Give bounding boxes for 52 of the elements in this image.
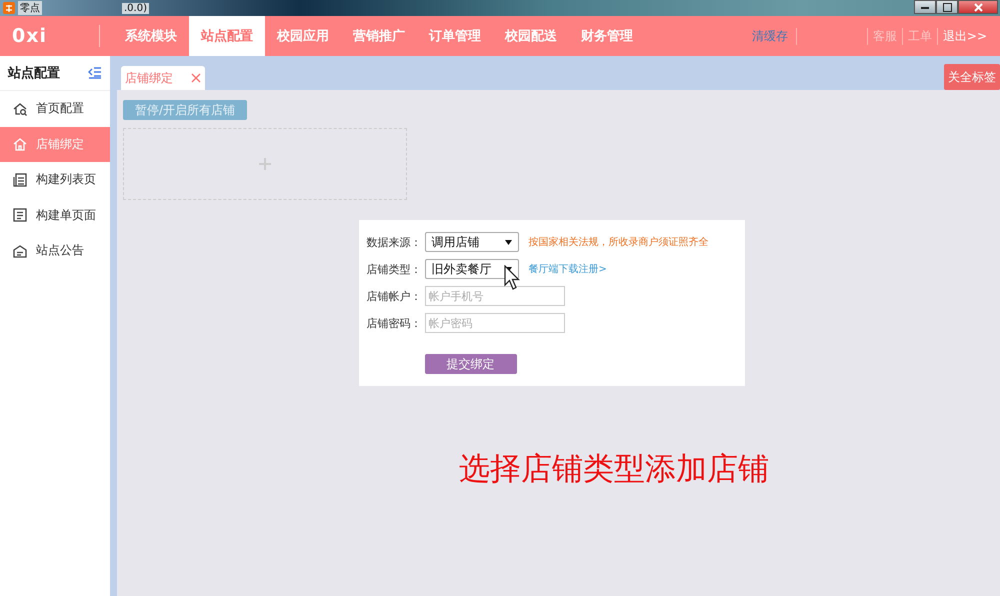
app-icon	[3, 2, 15, 14]
minimize-icon	[921, 6, 929, 8]
close-all-tabs-button[interactable]: 关全标签	[944, 64, 1000, 90]
sidebar-title: 站点配置	[8, 65, 60, 82]
field-label: 店铺密码：	[366, 316, 422, 330]
caret-icon	[504, 240, 512, 244]
window-title: 零点	[18, 1, 42, 15]
notice-text: 按国家相关法规，所收录商户须证照齐全	[528, 236, 708, 249]
maximize-icon	[942, 2, 952, 12]
close-icon	[974, 2, 982, 12]
page-icon	[12, 207, 28, 224]
header-link[interactable]: 退出>>	[936, 28, 992, 44]
cursor-icon	[504, 265, 520, 291]
header-link[interactable]: 客服	[866, 28, 902, 44]
close-button[interactable]	[958, 0, 998, 14]
header-link[interactable]: 工单	[902, 28, 937, 44]
page-tab[interactable]: 店铺绑定	[121, 66, 205, 90]
sidebar-item[interactable]: 构建单页面	[0, 198, 110, 233]
nav-tab[interactable]: 校园应用	[265, 16, 341, 56]
nav-tab[interactable]: 站点配置	[189, 16, 265, 56]
maximize-button[interactable]	[936, 0, 958, 14]
nav-tab[interactable]: 校园配送	[493, 16, 569, 56]
house-search-icon	[12, 100, 28, 117]
window-title-suffix: .0.0)	[122, 2, 149, 14]
nav-tab[interactable]: 营销推广	[341, 16, 417, 56]
input-field[interactable]: 帐户密码	[424, 313, 564, 333]
select-field[interactable]: 旧外卖餐厅	[424, 259, 518, 279]
sidebar-item[interactable]: 首页配置	[0, 91, 110, 126]
select-field[interactable]: 调用店铺	[424, 232, 518, 252]
minimize-button[interactable]	[914, 0, 936, 14]
logo: 0xi	[0, 25, 100, 47]
nav-tab[interactable]: 系统模块	[113, 16, 189, 56]
submit-button[interactable]: 提交绑定	[424, 354, 516, 374]
header-link[interactable]: 清缓存	[746, 28, 797, 44]
annotation-text: 选择店铺类型添加店铺	[459, 450, 769, 489]
nav-tab[interactable]: 订单管理	[417, 16, 493, 56]
sidebar-item[interactable]: 站点公告	[0, 233, 110, 268]
collapse-icon[interactable]	[88, 67, 102, 79]
input-field[interactable]: 帐户手机号	[424, 286, 564, 306]
toggle-stores-button[interactable]: 暂停/开启所有店铺	[123, 100, 248, 120]
plus-icon	[259, 158, 271, 170]
house-icon	[12, 136, 28, 152]
field-label: 店铺类型：	[366, 262, 422, 276]
notice-icon	[12, 242, 28, 259]
close-icon[interactable]	[191, 73, 201, 83]
field-label: 数据来源：	[366, 234, 422, 250]
sidebar-item[interactable]: 店铺绑定	[0, 126, 110, 162]
register-link[interactable]: 餐厅端下载注册>	[528, 262, 607, 276]
field-label: 店铺帐户：	[366, 288, 422, 304]
nav-tab[interactable]: 财务管理	[569, 16, 645, 56]
pages-icon	[12, 172, 28, 188]
sidebar-item[interactable]: 构建列表页	[0, 162, 110, 198]
